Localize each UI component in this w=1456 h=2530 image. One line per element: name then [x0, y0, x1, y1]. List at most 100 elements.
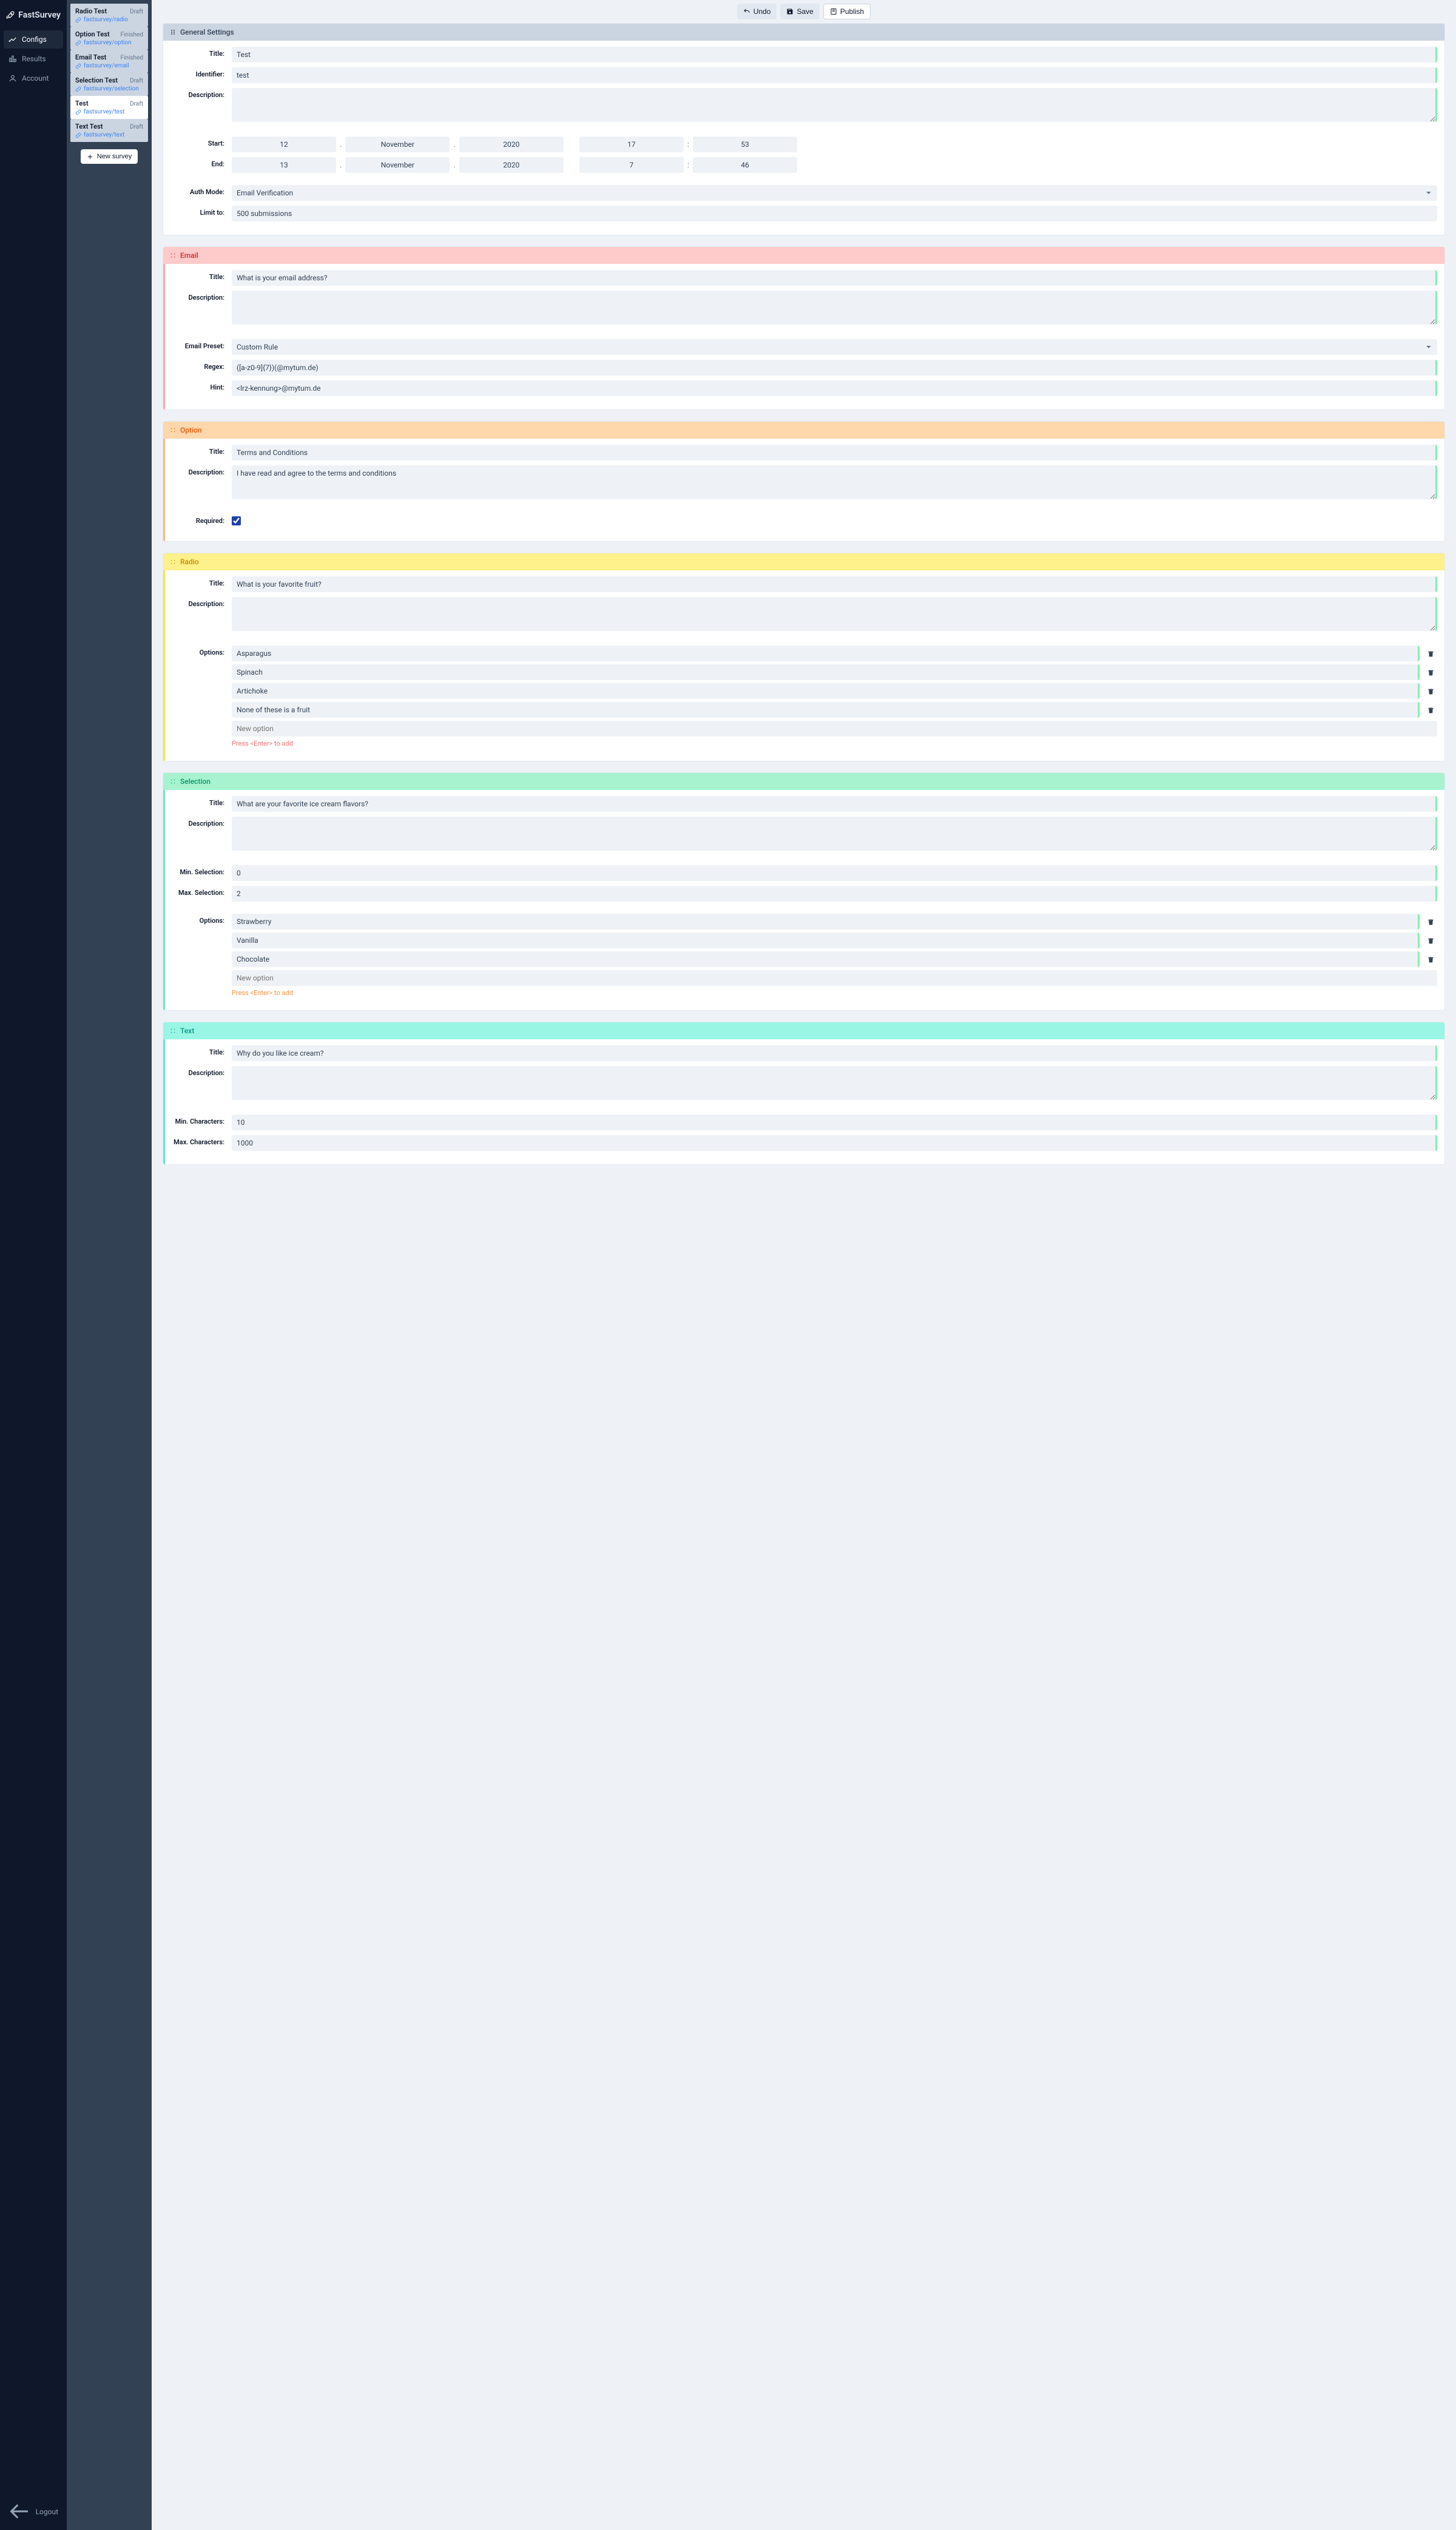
brand-logo: FastSurvey	[0, 0, 67, 30]
text-description-input[interactable]	[232, 1066, 1437, 1100]
email-regex-input[interactable]	[232, 360, 1437, 376]
radio-description-input[interactable]	[232, 597, 1437, 631]
option-input[interactable]	[232, 683, 1420, 699]
panel-radio: Radio Title: Description: Options:Press …	[163, 553, 1445, 761]
drag-icon	[169, 778, 177, 785]
new-option-input[interactable]	[232, 970, 1437, 986]
text-min-input[interactable]	[232, 1115, 1437, 1130]
selection-min-input[interactable]	[232, 865, 1437, 881]
trash-icon	[1427, 937, 1435, 945]
selection-description-input[interactable]	[232, 817, 1437, 851]
end-day[interactable]	[232, 157, 336, 173]
delete-option-button[interactable]	[1424, 916, 1437, 928]
end-hour[interactable]	[579, 157, 684, 173]
logout-button[interactable]: Logout	[0, 2493, 67, 2530]
panel-selection-header[interactable]: Selection	[163, 773, 1444, 790]
general-identifier-input[interactable]	[232, 67, 1437, 83]
results-icon	[8, 55, 17, 63]
option-input[interactable]	[232, 646, 1420, 661]
start-day[interactable]	[232, 137, 336, 152]
limit-input[interactable]	[232, 206, 1437, 221]
option-required-checkbox[interactable]	[232, 516, 241, 525]
sidebar: FastSurvey Configs Results Account Logou…	[0, 0, 67, 2530]
end-month[interactable]	[345, 157, 450, 173]
delete-option-button[interactable]	[1424, 647, 1437, 660]
survey-list: Radio TestDraftfastsurvey/radioOption Te…	[67, 0, 152, 2530]
toolbar: Undo Save Publish	[152, 0, 1456, 23]
selection-title-input[interactable]	[232, 796, 1437, 812]
nav-account[interactable]: Account	[4, 69, 63, 87]
drag-icon	[169, 29, 177, 36]
option-input[interactable]	[232, 664, 1420, 680]
general-title-input[interactable]	[232, 47, 1437, 62]
general-description-input[interactable]	[232, 88, 1437, 122]
radio-title-input[interactable]	[232, 576, 1437, 592]
delete-option-button[interactable]	[1424, 685, 1437, 698]
survey-status: Draft	[130, 101, 143, 107]
undo-icon	[743, 8, 750, 15]
new-survey-button[interactable]: New survey	[81, 149, 138, 164]
panel-option-header[interactable]: Option	[163, 422, 1444, 439]
survey-card[interactable]: Email TestFinishedfastsurvey/email	[70, 50, 148, 73]
publish-icon	[830, 8, 837, 15]
survey-link[interactable]: fastsurvey/email	[75, 62, 143, 69]
label-title: Title:	[172, 47, 224, 58]
start-min[interactable]	[693, 137, 797, 152]
email-hint-input[interactable]	[232, 380, 1437, 396]
publish-button[interactable]: Publish	[823, 4, 871, 19]
option-description-input[interactable]: I have read and agree to the terms and c…	[232, 465, 1437, 499]
rocket-icon	[6, 8, 15, 22]
link-icon	[75, 109, 81, 115]
start-hour[interactable]	[579, 137, 684, 152]
label-title: Title:	[172, 270, 224, 281]
survey-card[interactable]: Text TestDraftfastsurvey/text	[70, 119, 148, 142]
label-options: Options:	[172, 914, 224, 925]
option-input[interactable]	[232, 933, 1420, 948]
drag-icon	[169, 252, 177, 259]
text-title-input[interactable]	[232, 1045, 1437, 1061]
option-input[interactable]	[232, 702, 1420, 718]
panel-email-header[interactable]: Email	[163, 247, 1444, 264]
survey-link[interactable]: fastsurvey/radio	[75, 16, 143, 23]
save-button[interactable]: Save	[780, 4, 819, 19]
delete-option-button[interactable]	[1424, 666, 1437, 679]
email-description-input[interactable]	[232, 291, 1437, 325]
start-year[interactable]	[459, 137, 564, 152]
survey-link[interactable]: fastsurvey/text	[75, 132, 143, 138]
label-options: Options:	[172, 646, 224, 656]
survey-card[interactable]: Radio TestDraftfastsurvey/radio	[70, 4, 148, 27]
email-title-input[interactable]	[232, 270, 1437, 286]
panel-radio-header[interactable]: Radio	[163, 553, 1444, 570]
nav-configs[interactable]: Configs	[4, 30, 63, 49]
start-month[interactable]	[345, 137, 450, 152]
delete-option-button[interactable]	[1424, 704, 1437, 717]
panel-text-header[interactable]: Text	[163, 1022, 1444, 1039]
undo-button[interactable]: Undo	[737, 4, 777, 19]
auth-mode-select[interactable]: Email Verification	[232, 185, 1437, 201]
email-preset-select[interactable]: Custom Rule	[232, 339, 1437, 355]
survey-card[interactable]: Selection TestDraftfastsurvey/selection	[70, 73, 148, 96]
nav-results[interactable]: Results	[4, 50, 63, 68]
option-title-input[interactable]	[232, 445, 1437, 460]
text-max-input[interactable]	[232, 1135, 1437, 1151]
survey-link[interactable]: fastsurvey/test	[75, 109, 143, 115]
option-input[interactable]	[232, 914, 1420, 929]
survey-card[interactable]: Option TestFinishedfastsurvey/option	[70, 27, 148, 50]
label-auth: Auth Mode:	[172, 185, 224, 196]
drag-icon	[169, 427, 177, 434]
end-year[interactable]	[459, 157, 564, 173]
new-option-input[interactable]	[232, 721, 1437, 737]
label-start: Start:	[172, 137, 224, 147]
survey-link[interactable]: fastsurvey/option	[75, 39, 143, 46]
survey-link[interactable]: fastsurvey/selection	[75, 86, 143, 92]
label-title: Title:	[172, 796, 224, 807]
panel-radio-title: Radio	[180, 558, 199, 566]
option-input[interactable]	[232, 951, 1420, 967]
end-min[interactable]	[693, 157, 797, 173]
drag-icon	[169, 1027, 177, 1034]
delete-option-button[interactable]	[1424, 953, 1437, 966]
panel-text-title: Text	[180, 1027, 194, 1035]
selection-max-input[interactable]	[232, 886, 1437, 902]
survey-card[interactable]: TestDraftfastsurvey/test	[70, 96, 148, 119]
delete-option-button[interactable]	[1424, 934, 1437, 947]
